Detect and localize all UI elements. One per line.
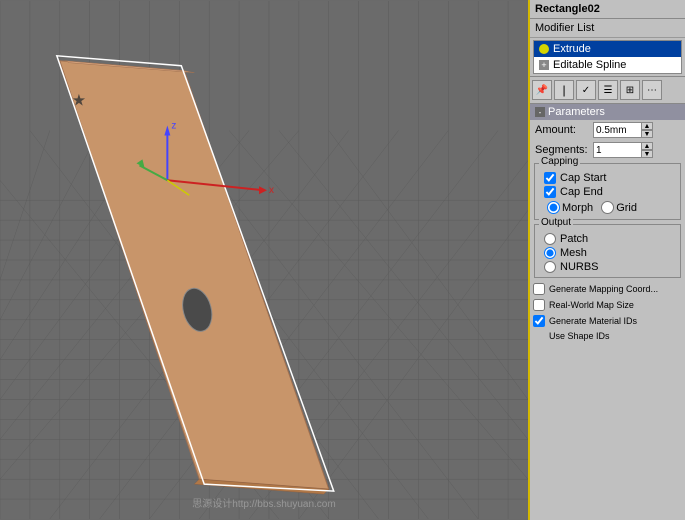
svg-text:x: x (269, 185, 274, 196)
cap-start-row: Cap Start (539, 171, 676, 185)
patch-row: Patch (539, 232, 676, 246)
gen-material-row: Generate Material IDs (530, 313, 685, 329)
bulb-icon (539, 44, 549, 54)
mesh-label: Mesh (560, 247, 587, 259)
toolbar-v-btn[interactable]: | (554, 80, 574, 100)
params-section: - Parameters Amount: ▲ ▼ Segments: ▲ ▼ (530, 104, 685, 520)
mesh-radio[interactable] (544, 247, 556, 259)
modifier-list-label: Modifier List (530, 19, 685, 38)
gen-mapping-row: Generate Mapping Coord... (530, 281, 685, 297)
params-header[interactable]: - Parameters (530, 104, 685, 120)
output-group: Output Patch Mesh NURBS (534, 224, 681, 278)
amount-up[interactable]: ▲ (641, 122, 653, 130)
mesh-row: Mesh (539, 246, 676, 260)
amount-row: Amount: ▲ ▼ (530, 120, 685, 140)
gen-material-label: Generate Material IDs (549, 316, 637, 326)
segments-label: Segments: (535, 144, 590, 156)
toolbar-list-btn[interactable]: ☰ (598, 80, 618, 100)
toolbar-layers-btn[interactable]: ⊞ (620, 80, 640, 100)
svg-text:★: ★ (72, 93, 86, 110)
panel-title: Rectangle02 (530, 0, 685, 19)
gen-mapping-checkbox[interactable] (533, 283, 545, 295)
cap-end-row: Cap End (539, 185, 676, 199)
modifier-item-editable-spline[interactable]: + Editable Spline (534, 57, 681, 73)
segments-input[interactable] (596, 145, 641, 156)
modifier-list: Extrude + Editable Spline (533, 40, 682, 74)
toolbar-row: 📌 | ✓ ☰ ⊞ ⋯ (530, 76, 685, 104)
amount-input[interactable] (596, 125, 641, 136)
viewport[interactable]: ★ z x 思源设计http://bbs.shuyuan.com (0, 0, 530, 520)
morph-radio[interactable] (547, 201, 560, 214)
toolbar-pin-btn[interactable]: 📌 (532, 80, 552, 100)
capping-group: Capping Cap Start Cap End Morph (534, 163, 681, 220)
capping-label: Capping (539, 156, 580, 167)
grid-radio[interactable] (601, 201, 614, 214)
cap-start-label: Cap Start (560, 172, 606, 184)
cap-end-checkbox[interactable] (544, 186, 556, 198)
amount-label: Amount: (535, 124, 590, 136)
morph-label: Morph (562, 202, 593, 214)
use-shape-label: Use Shape IDs (533, 331, 610, 341)
plus-icon: + (539, 60, 549, 70)
amount-spinner[interactable]: ▲ ▼ (641, 122, 653, 138)
right-panel: Rectangle02 Modifier List Extrude + Edit… (530, 0, 685, 520)
cap-start-checkbox[interactable] (544, 172, 556, 184)
toolbar-check-btn[interactable]: ✓ (576, 80, 596, 100)
patch-radio[interactable] (544, 233, 556, 245)
patch-label: Patch (560, 233, 588, 245)
svg-text:z: z (171, 120, 176, 131)
watermark: 思源设计http://bbs.shuyuan.com (192, 495, 335, 510)
nurbs-radio[interactable] (544, 261, 556, 273)
nurbs-row: NURBS (539, 260, 676, 274)
real-world-checkbox[interactable] (533, 299, 545, 311)
real-world-label: Real-World Map Size (549, 300, 634, 310)
params-label: Parameters (548, 106, 605, 118)
modifier-name-extrude: Extrude (553, 43, 591, 55)
morph-grid-row: Morph Grid (539, 199, 676, 216)
modifier-name-spline: Editable Spline (553, 59, 626, 71)
amount-down[interactable]: ▼ (641, 130, 653, 138)
collapse-btn[interactable]: - (535, 107, 545, 117)
nurbs-label: NURBS (560, 261, 599, 273)
segments-up[interactable]: ▲ (641, 142, 653, 150)
gen-material-checkbox[interactable] (533, 315, 545, 327)
cap-end-label: Cap End (560, 186, 603, 198)
use-shape-row: Use Shape IDs (530, 329, 685, 343)
segments-down[interactable]: ▼ (641, 150, 653, 158)
segments-input-wrapper[interactable]: ▲ ▼ (593, 142, 653, 158)
segments-spinner[interactable]: ▲ ▼ (641, 142, 653, 158)
gen-mapping-label: Generate Mapping Coord... (549, 284, 658, 295)
amount-input-wrapper[interactable]: ▲ ▼ (593, 122, 653, 138)
output-label: Output (539, 217, 573, 228)
real-world-row: Real-World Map Size (530, 297, 685, 313)
modifier-item-extrude[interactable]: Extrude (534, 41, 681, 57)
toolbar-extra-btn[interactable]: ⋯ (642, 80, 662, 100)
grid-label: Grid (616, 202, 637, 214)
